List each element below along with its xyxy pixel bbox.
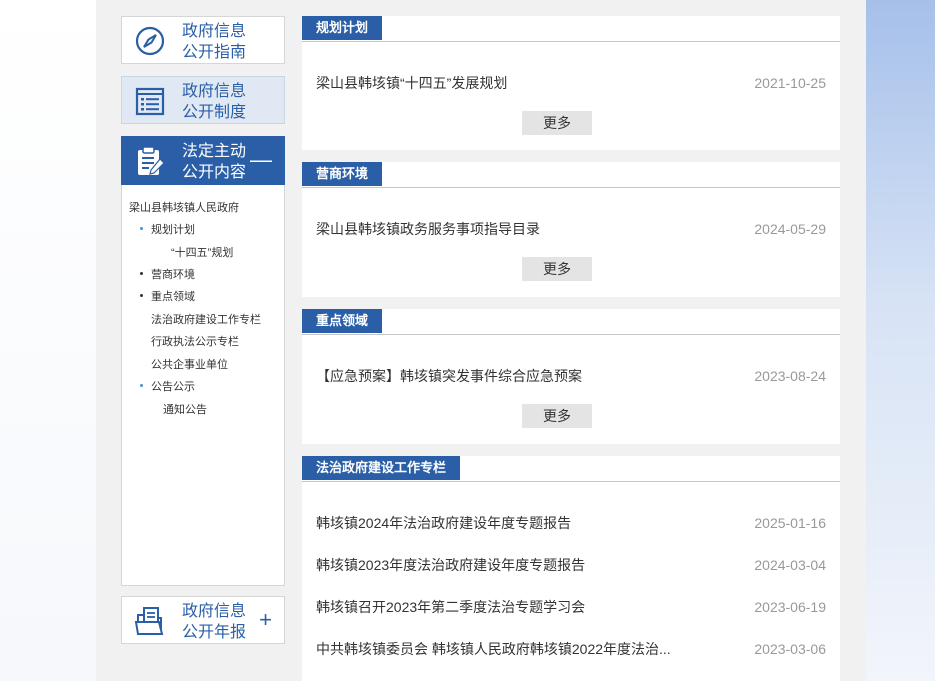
section-rule-of-law: 法治政府建设工作专栏 韩垓镇2024年法治政府建设年度专题报告 2025-01-… [302, 456, 840, 681]
section-title[interactable]: 法治政府建设工作专栏 [302, 456, 461, 480]
tree-bullet-icon [140, 227, 143, 230]
nav-card-label: 政府信息 公开年报 [182, 601, 246, 643]
more-button[interactable]: 更多 [522, 257, 592, 281]
list-document-icon [135, 87, 165, 116]
compass-icon [135, 26, 165, 56]
nav-card-label: 政府信息 公开制度 [182, 81, 246, 123]
more-button[interactable]: 更多 [522, 111, 592, 135]
tree-item-rule-of-law[interactable]: 法治政府建设工作专栏 [151, 311, 261, 327]
page-background-right [866, 0, 935, 681]
list-item[interactable]: 梁山县韩垓镇政务服务事项指导目录 2024-05-29 [316, 217, 826, 241]
tree-item-14th-five-year[interactable]: “十四五”规划 [171, 244, 233, 260]
tree-item-planning[interactable]: 规划计划 [151, 221, 195, 237]
section-header: 法治政府建设工作专栏 [302, 456, 840, 482]
nav-card-label-line1: 政府信息 [182, 23, 247, 40]
item-title[interactable]: 韩垓镇2023年度法治政府建设年度专题报告 [316, 553, 585, 577]
section-planning: 规划计划 梁山县韩垓镇“十四五”发展规划 2021-10-25 更多 [302, 16, 840, 150]
tree-bullet-icon [140, 294, 143, 297]
item-title[interactable]: 韩垓镇2024年法治政府建设年度专题报告 [316, 511, 571, 535]
tree-item-announcements[interactable]: 公告公示 [151, 378, 195, 394]
item-date: 2023-06-19 [754, 599, 826, 615]
main-container: 政府信息 公开指南 政府信息 公开制度 法定主动 公开内容 — 梁山县韩垓镇人民… [96, 0, 866, 681]
tree-item-public-institutions[interactable]: 公共企事业单位 [151, 356, 228, 372]
nav-card-label-line2: 公开制度 [182, 104, 247, 121]
nav-card-label-line2: 公开内容 [182, 164, 247, 181]
nav-card-label: 法定主动 公开内容 [182, 141, 246, 183]
list-item[interactable]: 韩垓镇召开2023年第二季度法治专题学习会 2023-06-19 [316, 595, 826, 619]
nav-card-label: 政府信息 公开指南 [182, 21, 246, 63]
tree-item-notices[interactable]: 通知公告 [163, 401, 207, 417]
item-title[interactable]: 【应急预案】韩垓镇突发事件综合应急预案 [316, 364, 582, 388]
item-date: 2023-03-06 [754, 641, 826, 657]
nav-card-label-line1: 政府信息 [182, 603, 247, 620]
item-title[interactable]: 韩垓镇召开2023年第二季度法治专题学习会 [316, 595, 585, 619]
nav-card-label-line2: 公开年报 [182, 624, 247, 641]
tree-item-root[interactable]: 梁山县韩垓镇人民政府 [129, 199, 239, 215]
item-title[interactable]: 梁山县韩垓镇“十四五”发展规划 [316, 71, 507, 95]
item-title[interactable]: 中共韩垓镇委员会 韩垓镇人民政府韩垓镇2022年度法治... [316, 637, 671, 661]
section-header: 规划计划 [302, 16, 840, 42]
section-key-areas: 重点领域 【应急预案】韩垓镇突发事件综合应急预案 2023-08-24 更多 [302, 309, 840, 444]
section-header: 重点领域 [302, 309, 840, 335]
list-item[interactable]: 中共韩垓镇委员会 韩垓镇人民政府韩垓镇2022年度法治... 2023-03-0… [316, 637, 826, 661]
item-date: 2023-08-24 [754, 368, 826, 384]
section-business-environment: 营商环境 梁山县韩垓镇政务服务事项指导目录 2024-05-29 更多 [302, 162, 840, 297]
page-background-left [0, 0, 96, 681]
section-title[interactable]: 重点领域 [302, 309, 383, 333]
section-title[interactable]: 营商环境 [302, 162, 383, 186]
more-button[interactable]: 更多 [522, 404, 592, 428]
item-date: 2021-10-25 [754, 75, 826, 91]
item-date: 2025-01-16 [754, 515, 826, 531]
nav-card-statutory-content[interactable]: 法定主动 公开内容 — [121, 136, 285, 185]
nav-card-label-line2: 公开指南 [182, 44, 247, 61]
nav-card-label-line1: 政府信息 [182, 83, 247, 100]
list-item[interactable]: 梁山县韩垓镇“十四五”发展规划 2021-10-25 [316, 71, 826, 95]
category-tree: 梁山县韩垓镇人民政府 规划计划 “十四五”规划 营商环境 重点领域 法治政府建设… [121, 185, 285, 586]
tree-bullet-icon [140, 384, 143, 387]
folder-document-icon [134, 607, 164, 635]
list-item[interactable]: 韩垓镇2023年度法治政府建设年度专题报告 2024-03-04 [316, 553, 826, 577]
list-item[interactable]: 韩垓镇2024年法治政府建设年度专题报告 2025-01-16 [316, 511, 826, 535]
item-title[interactable]: 梁山县韩垓镇政务服务事项指导目录 [316, 217, 540, 241]
tree-item-business-environment[interactable]: 营商环境 [151, 266, 195, 282]
nav-card-disclosure-guide[interactable]: 政府信息 公开指南 [121, 16, 285, 64]
tree-bullet-icon [140, 272, 143, 275]
tree-item-law-enforcement[interactable]: 行政执法公示专栏 [151, 333, 239, 349]
section-header: 营商环境 [302, 162, 840, 188]
item-date: 2024-05-29 [754, 221, 826, 237]
nav-card-annual-report[interactable]: 政府信息 公开年报 + [121, 596, 285, 644]
clipboard-edit-icon [138, 146, 165, 175]
collapse-icon[interactable]: — [250, 147, 272, 173]
item-date: 2024-03-04 [754, 557, 826, 573]
expand-icon[interactable]: + [259, 607, 272, 633]
nav-card-disclosure-system[interactable]: 政府信息 公开制度 [121, 76, 285, 124]
section-title[interactable]: 规划计划 [302, 16, 383, 40]
nav-card-label-line1: 法定主动 [182, 143, 247, 160]
tree-item-key-areas[interactable]: 重点领域 [151, 288, 195, 304]
list-item[interactable]: 【应急预案】韩垓镇突发事件综合应急预案 2023-08-24 [316, 364, 826, 388]
